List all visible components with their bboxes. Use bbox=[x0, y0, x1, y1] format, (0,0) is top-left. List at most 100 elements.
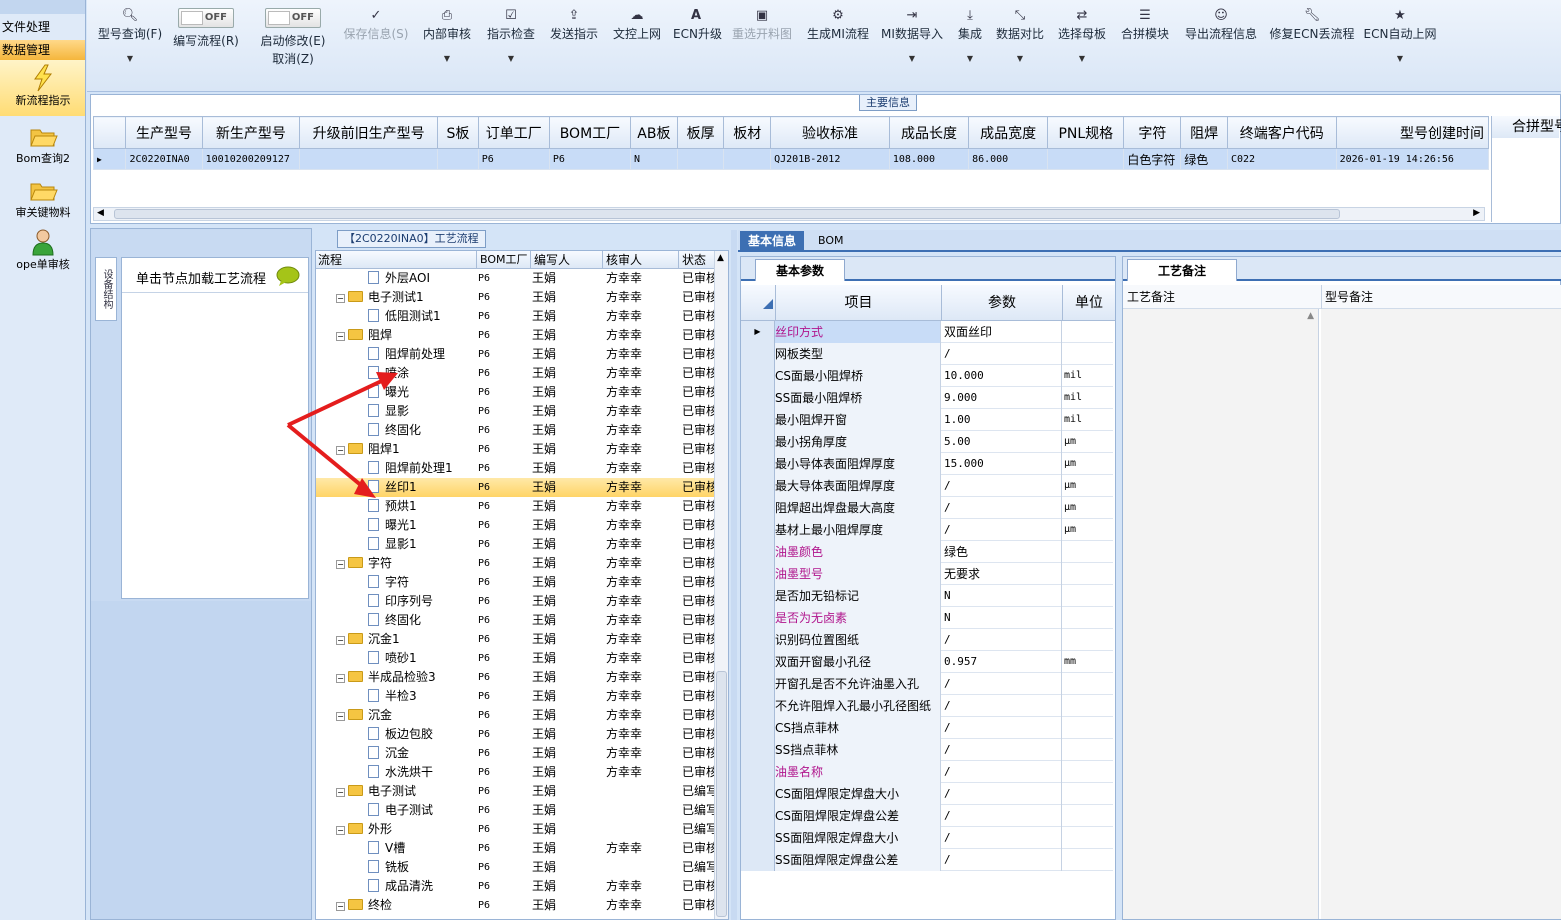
generate-mi-flow-button[interactable]: ⚙ 生成MI流程 bbox=[803, 8, 873, 88]
param-value[interactable]: N bbox=[942, 607, 1062, 629]
param-row[interactable]: 油墨名称 / bbox=[741, 761, 1113, 783]
col-header[interactable]: 合拼型号 bbox=[1492, 116, 1561, 138]
param-row[interactable]: 最小导体表面阻焊厚度 15.000 μm bbox=[741, 453, 1113, 475]
tree-node[interactable]: 阻焊前处理1 P6 王娟 方幸幸 已审核 bbox=[316, 459, 714, 478]
reselect-cutting-map-button[interactable]: ▣ 重选开料图 bbox=[729, 8, 795, 88]
cell[interactable]: QJ201B-2012 bbox=[770, 148, 890, 170]
vertical-scrollbar[interactable]: ▲ bbox=[714, 251, 728, 919]
collapse-icon[interactable]: − bbox=[336, 446, 345, 455]
scroll-up-icon[interactable]: ▲ bbox=[717, 253, 724, 263]
tree-node[interactable]: 阻焊前处理 P6 王娟 方幸幸 已审核 bbox=[316, 345, 714, 364]
param-row[interactable]: 油墨颜色 绿色 bbox=[741, 541, 1113, 563]
col-header[interactable]: 状态 bbox=[678, 251, 706, 269]
tree-node[interactable]: 显影 P6 王娟 方幸幸 已审核 bbox=[316, 402, 714, 421]
tree-node[interactable]: 终固化 P6 王娟 方幸幸 已审核 bbox=[316, 611, 714, 630]
horizontal-scrollbar[interactable]: ◀ ▶ bbox=[93, 207, 1485, 221]
cell[interactable]: 绿色 bbox=[1180, 148, 1228, 170]
vertical-splitter[interactable] bbox=[731, 230, 737, 920]
param-value[interactable]: 5.00 bbox=[942, 431, 1062, 453]
collapse-icon[interactable]: − bbox=[336, 902, 345, 911]
table-row[interactable]: ▶ 2C0220INA0 10010200209127 P6 P6 N QJ20… bbox=[92, 148, 1490, 170]
flow-tab[interactable]: 【2C0220INA0】工艺流程 bbox=[337, 230, 486, 248]
edit-flow-toggle[interactable]: OFF 编写流程(R) bbox=[171, 8, 241, 88]
collapse-icon[interactable]: − bbox=[336, 294, 345, 303]
nav-data-management[interactable]: 数据管理 bbox=[0, 40, 85, 60]
cell[interactable]: 白色字符 bbox=[1123, 148, 1182, 170]
tree-node[interactable]: − 半成品检验3 P6 王娟 方幸幸 已审核 bbox=[316, 668, 714, 687]
col-header[interactable]: PNL规格 bbox=[1047, 116, 1125, 149]
send-instruction-button[interactable]: ⇪ 发送指示 bbox=[548, 8, 600, 88]
tree-node[interactable]: 喷砂1 P6 王娟 方幸幸 已审核 bbox=[316, 649, 714, 668]
cell[interactable]: 10010200209127 bbox=[201, 148, 301, 170]
cell[interactable]: C022 bbox=[1226, 148, 1337, 170]
param-value[interactable]: / bbox=[942, 673, 1062, 695]
tree-node[interactable]: 成品清洗 P6 王娟 方幸幸 已审核 bbox=[316, 877, 714, 896]
param-row[interactable]: SS面阻焊限定焊盘公差 / bbox=[741, 849, 1113, 871]
tree-node[interactable]: − 字符 P6 王娟 方幸幸 已审核 bbox=[316, 554, 714, 573]
col-header[interactable]: 订单工厂 bbox=[477, 116, 550, 149]
internal-review-button[interactable]: ⎙ 内部审核 ▼ bbox=[421, 8, 473, 88]
param-value[interactable]: / bbox=[942, 629, 1062, 651]
mi-data-import-button[interactable]: ⇥ MI数据导入 ▼ bbox=[879, 8, 945, 88]
ecn-auto-online-button[interactable]: ★ ECN自动上网 ▼ bbox=[1363, 8, 1437, 88]
cell[interactable]: P6 bbox=[477, 148, 550, 170]
param-row[interactable]: SS挡点菲林 / bbox=[741, 739, 1113, 761]
nav-file-processing[interactable]: 文件处理 bbox=[0, 17, 85, 37]
col-header[interactable]: 阻焊 bbox=[1180, 116, 1228, 149]
tree-node[interactable]: 预烘1 P6 王娟 方幸幸 已审核 bbox=[316, 497, 714, 516]
param-row[interactable]: 双面开窗最小孔径 0.957 mm bbox=[741, 651, 1113, 673]
tree-node[interactable]: 曝光 P6 王娟 方幸幸 已审核 bbox=[316, 383, 714, 402]
col-header[interactable]: 型号备注 bbox=[1321, 285, 1373, 309]
collapse-icon[interactable]: − bbox=[336, 332, 345, 341]
col-header[interactable]: 字符 bbox=[1123, 116, 1182, 149]
param-value[interactable]: 绿色 bbox=[942, 541, 1062, 563]
save-info-button[interactable]: ✓ 保存信息(S) bbox=[341, 8, 411, 88]
tree-node[interactable]: − 沉金 P6 王娟 方幸幸 已审核 bbox=[316, 706, 714, 725]
col-header[interactable]: 型号创建时间 bbox=[1335, 116, 1490, 149]
param-row[interactable]: 油墨型号 无要求 bbox=[741, 563, 1113, 585]
nav-new-flow[interactable]: 新流程指示 bbox=[0, 60, 85, 116]
cell[interactable]: 108.000 bbox=[888, 148, 970, 170]
tab-process-remark[interactable]: 工艺备注 bbox=[1127, 259, 1238, 281]
param-row[interactable]: 开窗孔是否不允许油墨入孔 / bbox=[741, 673, 1113, 695]
process-remark-text[interactable]: ▲ bbox=[1123, 309, 1319, 919]
param-row[interactable]: 网板类型 / bbox=[741, 343, 1113, 365]
nav-bom-query[interactable]: Bom查询2 bbox=[0, 122, 85, 168]
cell[interactable]: 86.000 bbox=[968, 148, 1049, 170]
cell[interactable] bbox=[676, 148, 725, 170]
cell[interactable] bbox=[723, 148, 772, 170]
integrate-button[interactable]: ⤓ 集成 ▼ bbox=[953, 8, 987, 88]
param-value[interactable]: / bbox=[942, 761, 1062, 783]
param-value[interactable]: / bbox=[942, 475, 1062, 497]
param-row[interactable]: 基材上最小阻焊厚度 / μm bbox=[741, 519, 1113, 541]
toggle-switch[interactable]: OFF bbox=[265, 8, 321, 28]
col-header[interactable]: 升级前旧生产型号 bbox=[299, 116, 439, 149]
param-value[interactable]: / bbox=[942, 849, 1062, 871]
tree-node[interactable]: − 终检 P6 王娟 方幸幸 已审核 bbox=[316, 896, 714, 915]
tree-node[interactable]: 印序列号 P6 王娟 方幸幸 已审核 bbox=[316, 592, 714, 611]
tree-node[interactable]: 字符 P6 王娟 方幸幸 已审核 bbox=[316, 573, 714, 592]
col-header[interactable]: 编写人 bbox=[530, 251, 570, 269]
repair-ecn-flow-button[interactable]: 🔧︎ 修复ECN丢流程 bbox=[1269, 8, 1355, 88]
param-row[interactable]: 阻焊超出焊盘最大高度 / μm bbox=[741, 497, 1113, 519]
collapse-icon[interactable]: − bbox=[336, 712, 345, 721]
col-header[interactable]: 工艺备注 bbox=[1127, 285, 1175, 309]
nav-ope-review[interactable]: ope单审核 bbox=[0, 228, 85, 276]
model-query-button[interactable]: 🔍︎ 型号查询(F) ▼ bbox=[95, 8, 165, 88]
merge-module-button[interactable]: ☰ 合拼模块 bbox=[1117, 8, 1173, 88]
param-row[interactable]: SS面阻焊限定焊盘大小 / bbox=[741, 827, 1113, 849]
col-header[interactable]: 项目 bbox=[775, 285, 941, 321]
collapse-icon[interactable]: − bbox=[336, 674, 345, 683]
param-value[interactable]: / bbox=[942, 695, 1062, 717]
collapse-icon[interactable]: − bbox=[336, 636, 345, 645]
cell[interactable]: P6 bbox=[548, 148, 632, 170]
cell[interactable] bbox=[299, 148, 439, 170]
ecn-upgrade-button[interactable]: A ECN升级 bbox=[673, 8, 722, 88]
doc-control-online-button[interactable]: ☁ 文控上网 bbox=[611, 8, 663, 88]
cell[interactable] bbox=[1047, 148, 1125, 170]
tab-basic-params[interactable]: 基本参数 bbox=[755, 259, 846, 281]
param-value[interactable]: / bbox=[942, 783, 1062, 805]
tree-node[interactable]: 半检3 P6 王娟 方幸幸 已审核 bbox=[316, 687, 714, 706]
start-modify-toggle[interactable]: OFF 启动修改(E) 取消(Z) bbox=[253, 8, 333, 88]
tree-node[interactable]: 水洗烘干 P6 王娟 方幸幸 已审核 bbox=[316, 763, 714, 782]
